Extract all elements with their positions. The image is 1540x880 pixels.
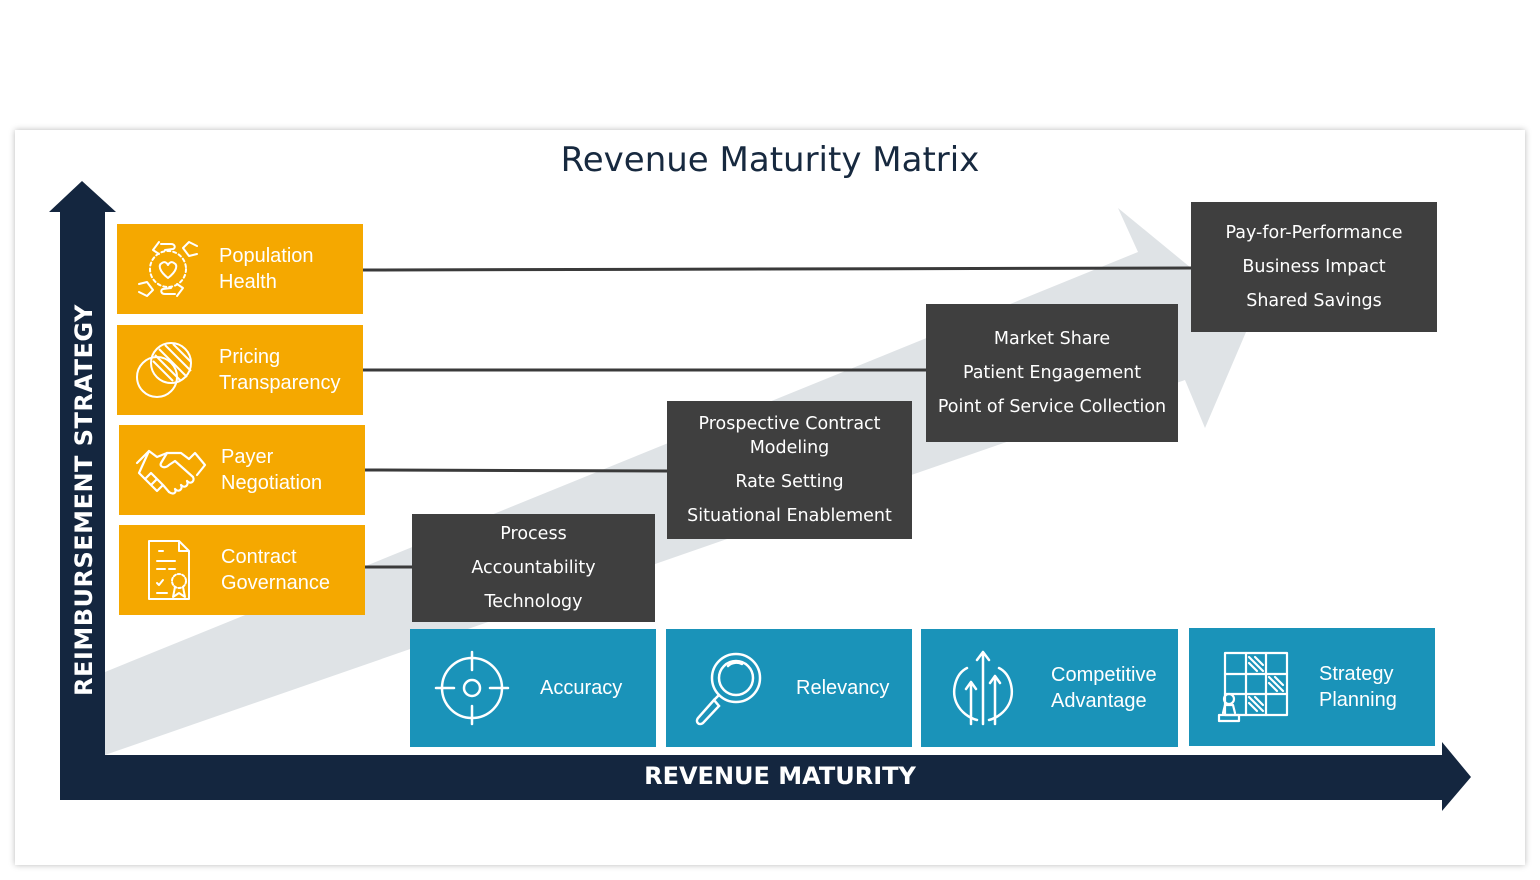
stage-line: Business Impact — [1242, 257, 1386, 277]
magnifier-icon — [695, 652, 762, 726]
stage-box-3: Market Share Patient Engagement Point of… — [926, 304, 1178, 442]
target-crosshair-icon — [434, 650, 510, 726]
outcome-relevancy: Relevancy — [666, 629, 912, 747]
y-axis-label: REIMBURSEMENT STRATEGY — [70, 304, 98, 696]
stage-line: Shared Savings — [1246, 291, 1382, 311]
stage-line: Technology — [484, 592, 583, 612]
hands-heart-icon — [138, 241, 198, 297]
stage-line: Accountability — [471, 558, 596, 578]
stage-line: Point of Service Collection — [937, 397, 1167, 417]
connector-line — [364, 468, 670, 473]
outcome-competitive-advantage: Competitive Advantage — [921, 629, 1178, 747]
handshake-icon — [135, 449, 207, 495]
outcome-label: Accuracy — [540, 677, 623, 699]
stage-line: Rate Setting — [735, 472, 844, 492]
stage-box-4: Pay-for-Performance Business Impact Shar… — [1191, 202, 1437, 332]
stage-line: Prospective Contract Modeling — [698, 414, 881, 458]
stage-line: Situational Enablement — [687, 506, 892, 526]
x-axis-label: REVENUE MATURITY — [644, 762, 916, 790]
strategy-population-health: Population Health — [117, 224, 363, 314]
strategy-contract-governance: Contract Governance — [119, 525, 365, 615]
stage-line: Market Share — [993, 329, 1111, 349]
outcome-accuracy: Accuracy — [410, 629, 656, 747]
certificate-document-icon — [148, 540, 190, 600]
strategy-label: Payer Negotiation — [221, 446, 323, 494]
strategy-label: Contract Governance — [221, 546, 330, 594]
strategy-pricing-transparency: Pricing Transparency — [117, 325, 363, 415]
outcome-label: Competitive Advantage — [1051, 664, 1157, 712]
strategy-label: Population Health — [219, 245, 314, 293]
outcome-strategy-planning: Strategy Planning — [1189, 628, 1435, 746]
stage-line: Patient Engagement — [962, 363, 1142, 383]
strategy-payer-negotiation: Payer Negotiation — [119, 425, 365, 515]
page-title: Revenue Maturity Matrix — [560, 140, 980, 180]
stage-line: Pay-for-Performance — [1225, 223, 1403, 243]
outcome-label: Relevancy — [796, 677, 890, 699]
connector-line — [362, 266, 1193, 272]
arrows-up-icon — [953, 650, 1013, 726]
chessboard-icon — [1217, 651, 1289, 723]
stage-box-2: Prospective Contract Modeling Rate Setti… — [667, 401, 912, 539]
stage-box-1: Process Accountability Technology — [412, 514, 655, 622]
strategy-label: Pricing Transparency — [219, 346, 341, 394]
stage-line: Process — [500, 524, 567, 544]
overlapping-circles-icon — [136, 342, 192, 398]
outcome-label: Strategy Planning — [1319, 663, 1397, 711]
